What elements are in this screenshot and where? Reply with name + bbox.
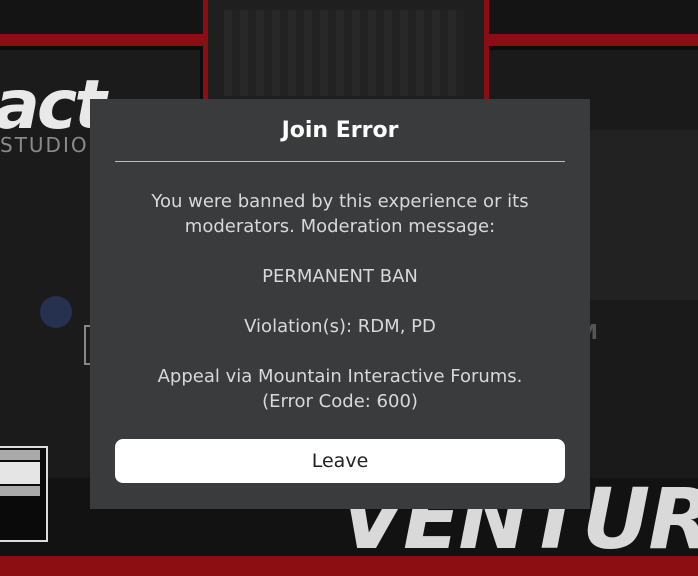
dialog-divider (115, 161, 565, 162)
message-line-2: moderators. Moderation message: (184, 216, 496, 237)
error-code-text: (Error Code: 600) (262, 391, 418, 412)
modal-overlay: Join Error You were banned by this exper… (0, 0, 698, 576)
violations-text: Violation(s): RDM, PD (244, 316, 436, 337)
message-line-1: You were banned by this experience or it… (151, 191, 529, 212)
dialog-message: You were banned by this experience or it… (115, 189, 565, 414)
join-error-dialog: Join Error You were banned by this exper… (90, 99, 590, 509)
dialog-title: Join Error (281, 118, 399, 143)
appeal-text: Appeal via Mountain Interactive Forums. (157, 366, 523, 387)
ban-type-text: PERMANENT BAN (262, 266, 418, 287)
leave-button[interactable]: Leave (115, 439, 565, 483)
